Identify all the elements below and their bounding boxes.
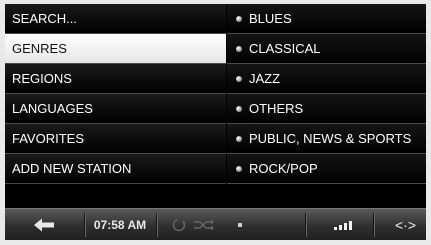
expand-horizontal-icon: <·> — [394, 217, 416, 233]
clock: 07:58 AM — [93, 218, 147, 232]
menu-item-label: LANGUAGES — [12, 101, 93, 116]
genre-item-others[interactable]: OTHERS — [227, 94, 426, 124]
menu-item-label: GENRES — [12, 41, 67, 56]
genre-item-blues[interactable]: BLUES — [227, 4, 426, 34]
genre-item-label: BLUES — [249, 11, 292, 26]
bullet-icon — [236, 166, 242, 172]
menu-item-label: FAVORITES — [12, 131, 84, 146]
menu-item-add-new-station[interactable]: ADD NEW STATION — [5, 154, 226, 184]
toolbar-divider — [373, 213, 374, 237]
menu-item-genres[interactable]: GENRES — [5, 34, 226, 64]
spinner-icon — [172, 218, 214, 232]
bullet-icon — [236, 106, 242, 112]
bullet-icon — [236, 76, 242, 82]
menu-item-search[interactable]: SEARCH... — [5, 4, 226, 34]
genre-item-label: PUBLIC, NEWS & SPORTS — [249, 131, 412, 146]
menu-item-languages[interactable]: LANGUAGES — [5, 94, 226, 124]
genre-item-public-news-sports[interactable]: PUBLIC, NEWS & SPORTS — [227, 124, 426, 154]
back-button[interactable] — [5, 209, 83, 240]
signal-strength-icon — [334, 221, 352, 230]
bullet-icon — [236, 46, 242, 52]
genre-list: BLUES CLASSICAL JAZZ OTHERS PUBLIC, NEWS… — [227, 4, 426, 184]
genre-item-label: OTHERS — [249, 101, 304, 116]
menu-item-regions[interactable]: REGIONS — [5, 64, 226, 94]
stop-button[interactable] — [229, 209, 253, 240]
bullet-icon — [236, 16, 242, 22]
playback-controls — [165, 209, 225, 240]
genre-item-jazz[interactable]: JAZZ — [227, 64, 426, 94]
genre-item-label: ROCK/POP — [249, 161, 318, 176]
toolbar-divider — [305, 213, 306, 237]
menu-item-label: REGIONS — [12, 71, 72, 86]
menu-item-favorites[interactable]: FAVORITES — [5, 124, 226, 154]
expand-button[interactable]: <·> — [385, 209, 426, 240]
list-empty-area — [5, 184, 426, 208]
genre-item-label: CLASSICAL — [249, 41, 321, 56]
bullet-icon — [236, 136, 242, 142]
menu-item-label: ADD NEW STATION — [12, 161, 132, 176]
radio-browser-screen: SEARCH... GENRES REGIONS LANGUAGES FAVOR… — [5, 4, 426, 240]
bottom-toolbar: 07:58 AM <·> — [5, 208, 426, 240]
genre-item-classical[interactable]: CLASSICAL — [227, 34, 426, 64]
genre-item-label: JAZZ — [249, 71, 281, 86]
browse-menu: SEARCH... GENRES REGIONS LANGUAGES FAVOR… — [5, 4, 226, 184]
signal-strength — [325, 209, 365, 240]
stop-icon — [238, 223, 242, 227]
genre-item-rock-pop[interactable]: ROCK/POP — [227, 154, 426, 184]
menu-item-label: SEARCH... — [12, 11, 78, 26]
toolbar-divider — [156, 213, 157, 237]
arrow-left-icon — [34, 218, 54, 232]
